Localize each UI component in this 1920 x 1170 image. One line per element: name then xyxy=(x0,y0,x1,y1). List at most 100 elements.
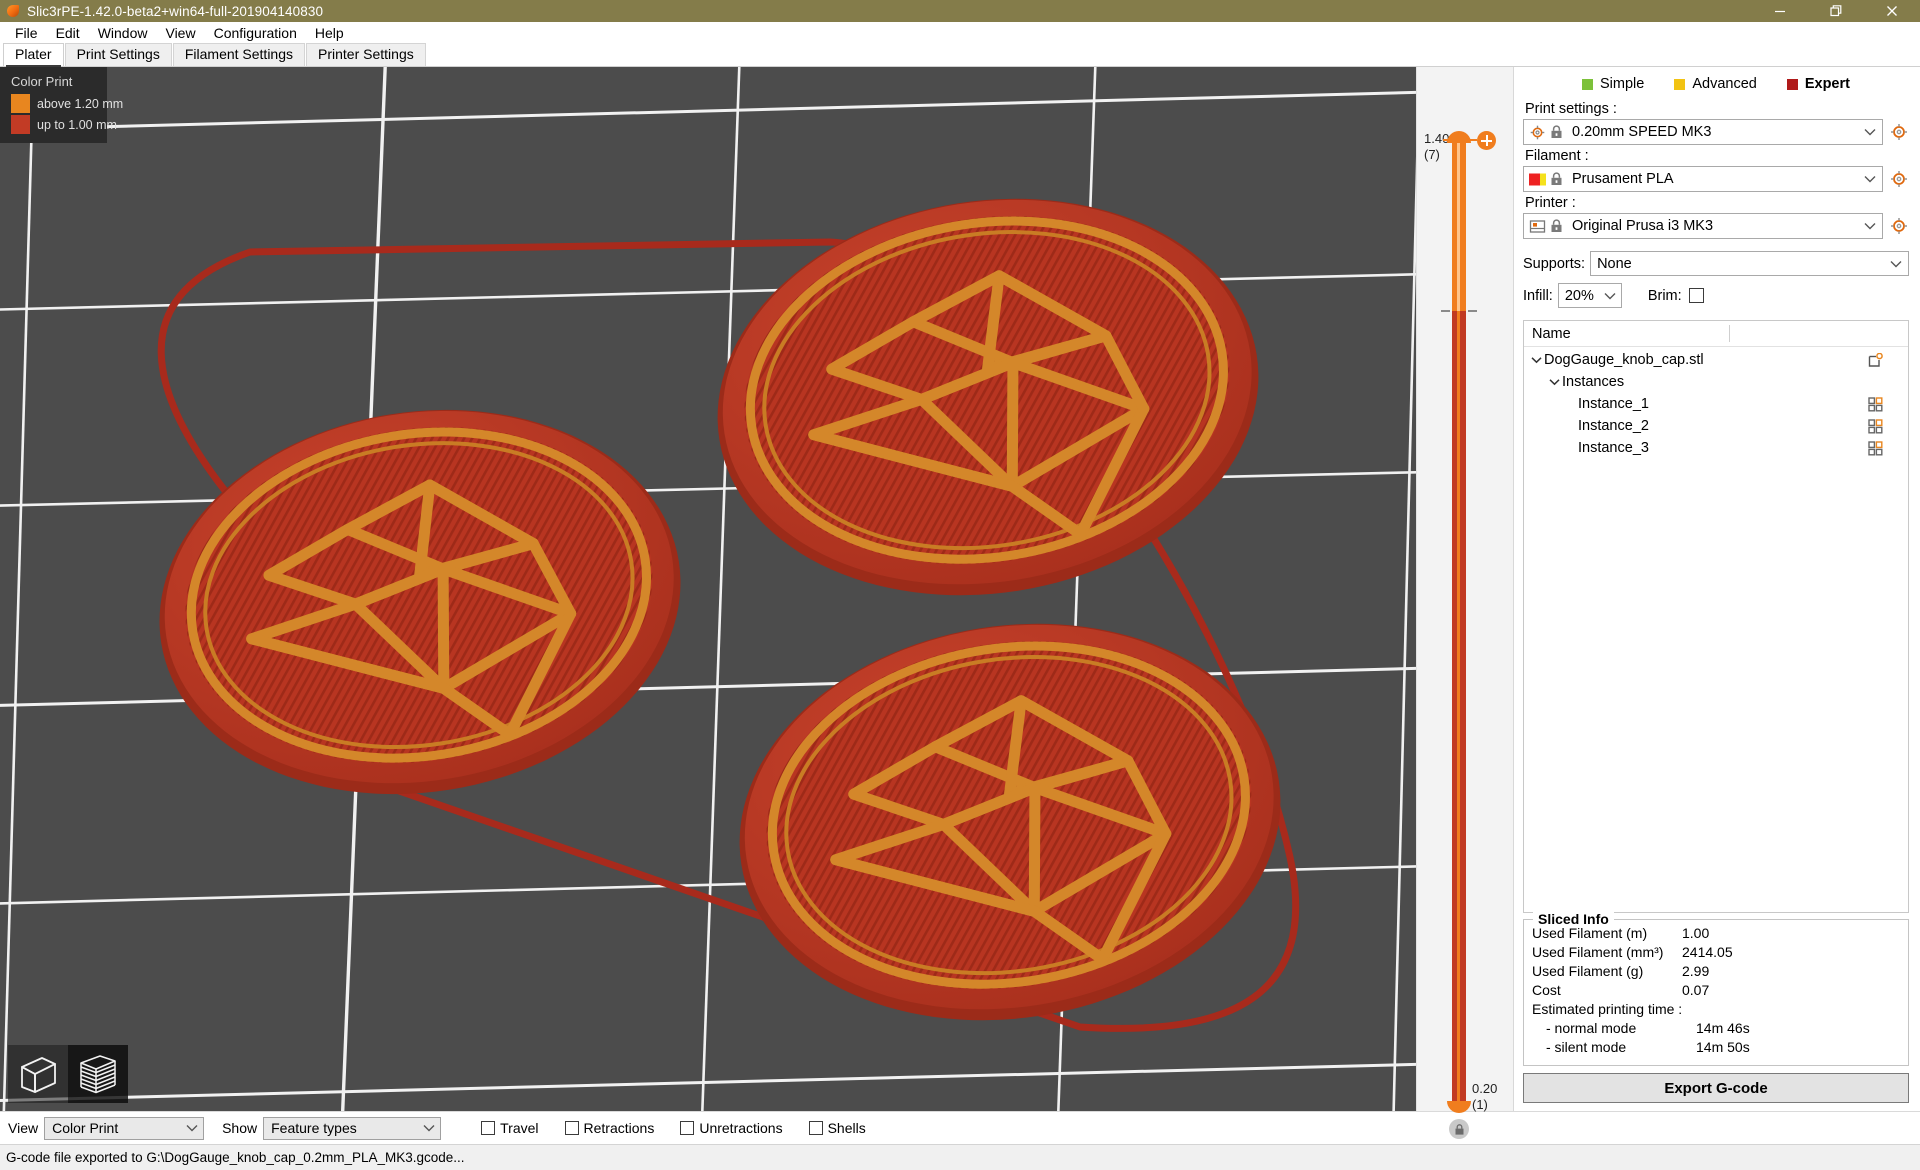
3d-editor-view-icon[interactable] xyxy=(8,1045,68,1103)
instances-grid-icon[interactable] xyxy=(1842,396,1908,412)
status-bar-text: G-code file exported to G:\DogGauge_knob… xyxy=(6,1150,465,1165)
layer-slider-track[interactable] xyxy=(1417,67,1513,1155)
filament-combo[interactable]: Prusament PLA xyxy=(1523,166,1883,192)
menu-item-edit[interactable]: Edit xyxy=(47,23,89,43)
filament-edit-cog-icon[interactable] xyxy=(1889,169,1909,189)
print-settings-combo[interactable]: 0.20mm SPEED MK3 xyxy=(1523,119,1883,145)
mode-selector: Simple Advanced Expert xyxy=(1523,67,1909,98)
tree-row-object[interactable]: DogGauge_knob_cap.stl xyxy=(1524,349,1908,371)
legend-title: Color Print xyxy=(11,74,73,89)
supports-row: Supports: None xyxy=(1523,251,1909,276)
close-icon[interactable] xyxy=(1864,0,1920,22)
travel-checkbox-field[interactable]: Travel xyxy=(481,1120,539,1136)
tree-row-instance-3[interactable]: Instance_3 xyxy=(1524,437,1908,459)
chevron-down-icon[interactable] xyxy=(1888,260,1904,268)
restore-icon[interactable] xyxy=(1808,0,1864,22)
sliced-info-panel: Sliced Info Used Filament (m) 1.00 Used … xyxy=(1523,911,1909,1066)
filament-spool-icon xyxy=(1528,170,1547,189)
minimize-icon[interactable] xyxy=(1752,0,1808,22)
sliced-info-row-cost: Cost 0.07 xyxy=(1532,981,1900,1000)
tree-row-instance-1-label: Instance_1 xyxy=(1578,396,1649,412)
tab-filament-settings[interactable]: Filament Settings xyxy=(172,43,306,66)
infill-row: Infill: 20% Brim: xyxy=(1523,283,1909,308)
chevron-down-icon[interactable] xyxy=(1602,292,1618,300)
layer-slider[interactable]: 1.40 (7) 0.20 (1) xyxy=(1416,67,1513,1139)
show-combo[interactable]: Feature types xyxy=(263,1116,442,1140)
preview-options-bar: View Color Print Show Feature types Trav… xyxy=(0,1111,1920,1144)
add-color-change-button[interactable] xyxy=(1477,131,1496,150)
menu-item-file[interactable]: File xyxy=(6,23,47,43)
view-combo[interactable]: Color Print xyxy=(44,1116,205,1140)
chevron-down-icon[interactable] xyxy=(1546,378,1562,386)
mode-advanced[interactable]: Advanced xyxy=(1674,76,1757,92)
retractions-checkbox[interactable] xyxy=(564,1121,579,1135)
instances-grid-icon[interactable] xyxy=(1842,440,1908,456)
infill-combo[interactable]: 20% xyxy=(1557,283,1622,308)
unretractions-checkbox-field[interactable]: Unretractions xyxy=(680,1120,783,1136)
tree-row-instances[interactable]: Instances xyxy=(1524,371,1908,393)
mode-simple[interactable]: Simple xyxy=(1582,76,1644,92)
shells-label: Shells xyxy=(827,1120,866,1136)
retractions-checkbox-field[interactable]: Retractions xyxy=(564,1120,655,1136)
tab-print-settings[interactable]: Print Settings xyxy=(64,43,172,66)
chevron-down-icon[interactable] xyxy=(1862,175,1878,183)
tree-row-instance-2-label: Instance_2 xyxy=(1578,418,1649,434)
slic3r-application-window: Slic3rPE-1.42.0-beta2+win64-full-2019041… xyxy=(0,0,1920,1170)
chevron-down-icon[interactable] xyxy=(1862,128,1878,136)
menu-item-help[interactable]: Help xyxy=(306,23,353,43)
tree-row-instance-1[interactable]: Instance_1 xyxy=(1524,393,1908,415)
export-bar: Export G-code xyxy=(1523,1066,1909,1111)
sliced-info-row-normal-mode: - normal mode 14m 46s xyxy=(1532,1019,1900,1038)
tab-printer-settings[interactable]: Printer Settings xyxy=(306,43,426,66)
menu-bar: File Edit Window View Configuration Help xyxy=(0,22,1920,43)
sliced-info-row-filament-mm3: Used Filament (mm³) 2414.05 xyxy=(1532,943,1900,962)
title-bar: Slic3rPE-1.42.0-beta2+win64-full-2019041… xyxy=(0,0,1920,22)
menu-item-view[interactable]: View xyxy=(156,23,204,43)
3d-preview-viewport[interactable]: Color Print above 1.20 mm up to 1.00 mm xyxy=(0,67,1416,1111)
print-bed-scene xyxy=(0,67,1416,1111)
filament-value: Prusament PLA xyxy=(1572,171,1674,187)
print-settings-edit-cog-icon[interactable] xyxy=(1889,122,1909,142)
supports-combo[interactable]: None xyxy=(1590,251,1909,276)
shells-checkbox[interactable] xyxy=(808,1121,823,1135)
menu-item-configuration[interactable]: Configuration xyxy=(205,23,306,43)
printer-combo[interactable]: Original Prusa i3 MK3 xyxy=(1523,213,1883,239)
add-part-icon[interactable] xyxy=(1842,352,1908,368)
sliced-info-time-label: Estimated printing time : xyxy=(1532,1000,1900,1019)
sliced-info-key: Used Filament (mm³) xyxy=(1532,944,1664,960)
printer-edit-cog-icon[interactable] xyxy=(1889,216,1909,236)
legend-row-above: above 1.20 mm xyxy=(11,94,123,113)
mode-expert[interactable]: Expert xyxy=(1786,76,1850,92)
unretractions-checkbox[interactable] xyxy=(680,1121,695,1135)
export-gcode-button[interactable]: Export G-code xyxy=(1523,1073,1909,1103)
preview-layers-view-icon[interactable] xyxy=(68,1045,128,1103)
retractions-label: Retractions xyxy=(583,1120,655,1136)
show-value: Feature types xyxy=(271,1120,357,1136)
shells-checkbox-field[interactable]: Shells xyxy=(808,1120,866,1136)
brim-checkbox[interactable] xyxy=(1688,288,1704,303)
lock-closed-icon xyxy=(1547,123,1566,142)
tree-row-instances-label: Instances xyxy=(1562,374,1625,390)
travel-checkbox[interactable] xyxy=(481,1121,496,1135)
chevron-down-icon[interactable] xyxy=(1862,222,1878,230)
object-tree-body: DogGauge_knob_cap.stl Instances Instance… xyxy=(1524,347,1908,912)
chevron-down-icon[interactable] xyxy=(184,1124,200,1132)
chevron-down-icon[interactable] xyxy=(421,1124,437,1132)
window-title: Slic3rPE-1.42.0-beta2+win64-full-2019041… xyxy=(27,3,324,19)
tree-row-instance-2[interactable]: Instance_2 xyxy=(1524,415,1908,437)
object-tree-column-name: Name xyxy=(1532,325,1571,342)
legend-label-upto: up to 1.00 mm xyxy=(37,117,117,132)
sliced-info-title: Sliced Info xyxy=(1533,911,1614,927)
brim-field: Brim: xyxy=(1648,288,1704,304)
main-body: Color Print above 1.20 mm up to 1.00 mm xyxy=(0,67,1920,1139)
sliced-info-key: Used Filament (g) xyxy=(1532,963,1644,979)
sliced-info-key: - silent mode xyxy=(1546,1039,1627,1055)
supports-value: None xyxy=(1597,255,1632,272)
mode-simple-label: Simple xyxy=(1600,76,1645,92)
tab-plater[interactable]: Plater xyxy=(3,43,64,67)
lock-icon[interactable] xyxy=(1449,1119,1469,1139)
printer-bed-icon xyxy=(1528,217,1547,236)
instances-grid-icon[interactable] xyxy=(1842,418,1908,434)
menu-item-window[interactable]: Window xyxy=(89,23,157,43)
chevron-down-icon[interactable] xyxy=(1528,356,1544,364)
